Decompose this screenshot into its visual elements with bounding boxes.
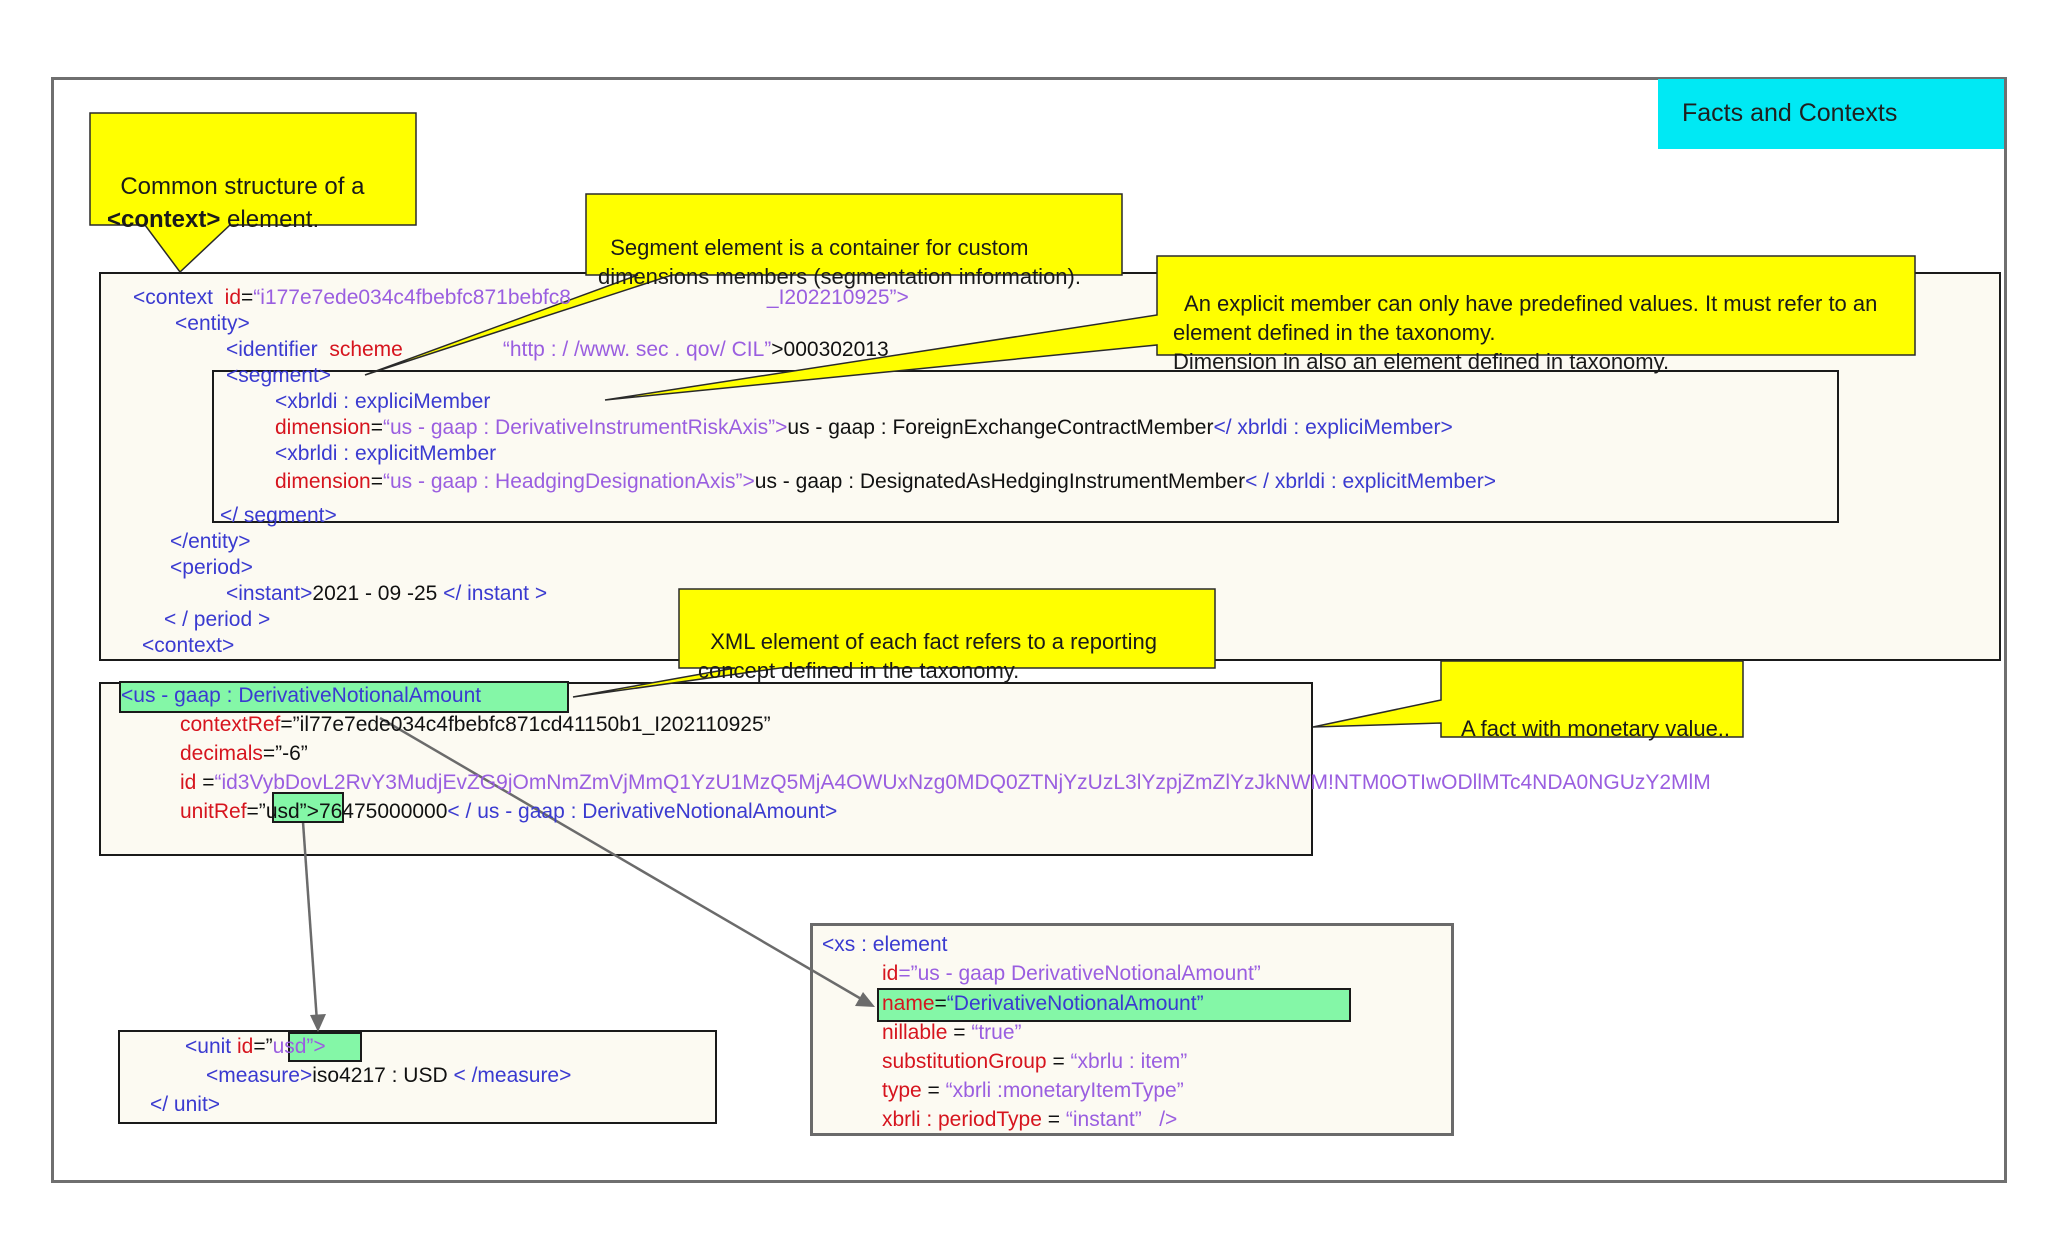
context-line-12: <instant>2021 - 09 -25 </ instant > [226, 582, 548, 605]
fact-line-3: decimals=”-6” [180, 742, 308, 765]
element-line-1: <xs : element [822, 933, 948, 956]
context-line-11: <period> [170, 556, 253, 579]
context-line-14: <context> [142, 634, 235, 657]
context-line-3: <identifier scheme “http : / /www. sec . … [226, 338, 889, 361]
arrow-to-element-head [855, 992, 875, 1007]
context-line-8: dimension=“us - gaap : HeadgingDesignati… [275, 470, 1496, 493]
element-line-4: nillable = “true” [882, 1021, 1022, 1044]
context-line-2: <entity> [175, 312, 250, 335]
callout-segment-text: Segment element is a container for custo… [598, 235, 1081, 289]
element-line-5: substitutionGroup = “xbrlu : item” [882, 1050, 1188, 1073]
callout-xml-text: XML element of each fact refers to a rep… [698, 629, 1157, 683]
context-line-4: <segment> [226, 364, 332, 387]
unit-line-3: </ unit> [150, 1093, 221, 1116]
element-line-7: xbrli : periodType = “instant” /> [882, 1108, 1178, 1131]
callout-explicit-text: An explicit member can only have predefi… [1173, 291, 1878, 374]
callout-context-text: Common structure of a <context> element. [107, 173, 365, 233]
element-line-6: type = “xbrli :monetaryItemType” [882, 1079, 1184, 1102]
fact-line-4: id =“id3VybDovL2RvY3MudjEvZG9jOmNmZmVjMm… [180, 771, 1711, 794]
fact-line-2: contextRef=”il77e7ede034c4fbebfc871cd411… [180, 713, 771, 736]
context-line-7: <xbrldi : explicitMember [275, 442, 497, 465]
context-line-10: </entity> [170, 530, 251, 553]
arrow-to-unit-head [310, 1014, 326, 1032]
unit-line-2: <measure>iso4217 : USD < /measure> [206, 1064, 572, 1087]
element-line-3: name=“DerivativeNotionalAmount” [882, 992, 1204, 1015]
context-line-5: <xbrldi : expliciMember [275, 390, 491, 413]
fact-line-1: <us - gaap : DerivativeNotionalAmount [121, 684, 482, 707]
fact-line-5: unitRef=”usd”>76475000000< / us - gaap :… [180, 800, 838, 823]
arrow-to-element-line [379, 716, 864, 1002]
context-line-6: dimension=“us - gaap : DerivativeInstrum… [275, 416, 1453, 439]
callout-context-bold: <context> [107, 206, 221, 233]
element-line-2: id=”us - gaap DerivativeNotionalAmount” [882, 962, 1261, 985]
context-line-9: </ segment> [220, 504, 337, 527]
context-line-13: < / period > [164, 608, 271, 631]
unit-line-1: <unit id=”usd”> [185, 1035, 326, 1058]
callout-monetary-text: A fact with monetary value.. [1461, 716, 1731, 741]
context-line-1: <context id=“i177e7ede034c4fbebfc871bebf… [133, 286, 909, 309]
arrow-to-unit-line [301, 821, 319, 1023]
